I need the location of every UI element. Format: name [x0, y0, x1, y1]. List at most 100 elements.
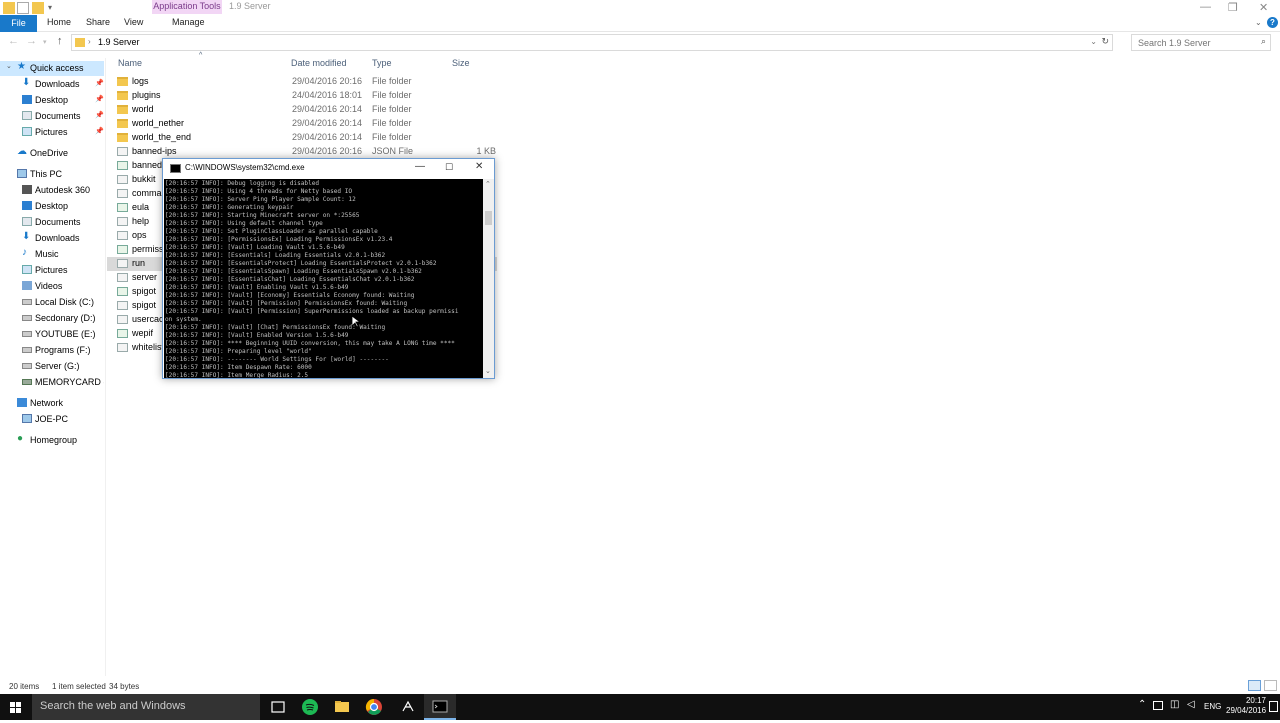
- sidebar-item-programs-f[interactable]: Programs (F:): [0, 343, 104, 358]
- pin-icon[interactable]: 📌: [95, 127, 104, 135]
- forward-button[interactable]: →: [26, 35, 37, 47]
- notifications-icon[interactable]: [1269, 701, 1278, 712]
- console-output[interactable]: [20:16:57 INFO]: Debug logging is disabl…: [164, 179, 483, 378]
- details-view-button[interactable]: [1248, 680, 1261, 691]
- console-scrollbar[interactable]: ⌃ ⌄: [483, 179, 494, 378]
- file-row[interactable]: world_nether 29/04/2016 20:14 File folder: [107, 117, 497, 131]
- task-view-button[interactable]: [262, 694, 294, 720]
- chrome-icon[interactable]: [358, 694, 390, 720]
- minimize-button[interactable]: —: [1200, 1, 1211, 13]
- chevron-down-icon[interactable]: ⌄: [6, 62, 12, 70]
- file-row[interactable]: world 29/04/2016 20:14 File folder: [107, 103, 497, 117]
- clock[interactable]: 20:17 29/04/2016: [1226, 696, 1266, 716]
- sidebar-item-pictures[interactable]: Pictures: [0, 263, 104, 278]
- cmd-window[interactable]: C:\WINDOWS\system32\cmd.exe — ☐ ✕ [20:16…: [162, 158, 495, 379]
- chevron-right-icon[interactable]: ›: [88, 37, 91, 46]
- maximize-button[interactable]: ❐: [1228, 1, 1238, 14]
- file-row[interactable]: banned-ips 29/04/2016 20:16 JSON File 1 KB: [107, 145, 497, 159]
- sidebar-item-downloads[interactable]: ⬇ Downloads 📌: [0, 77, 104, 92]
- pin-icon[interactable]: 📌: [95, 79, 104, 87]
- chevron-up-icon[interactable]: ⌃: [485, 180, 491, 188]
- chevron-down-icon[interactable]: ▾: [48, 3, 60, 15]
- new-folder-icon[interactable]: [32, 2, 44, 14]
- search-input[interactable]: [1138, 38, 1248, 48]
- sidebar-item-secdonary-d[interactable]: Secdonary (D:): [0, 311, 104, 326]
- sidebar-item-homegroup[interactable]: ● Homegroup: [0, 433, 104, 448]
- sidebar-item-music[interactable]: ♪ Music: [0, 247, 104, 262]
- chevron-down-icon[interactable]: ⌄: [485, 367, 491, 375]
- file-row[interactable]: world_the_end 29/04/2016 20:14 File folder: [107, 131, 497, 145]
- spotify-icon[interactable]: [294, 694, 326, 720]
- sidebar-item-desktop[interactable]: Desktop 📌: [0, 93, 104, 108]
- sidebar-item-joe-pc[interactable]: JOE-PC: [0, 412, 104, 427]
- cmd-title-bar[interactable]: C:\WINDOWS\system32\cmd.exe — ☐ ✕: [163, 159, 494, 178]
- clock-time: 20:17: [1245, 696, 1266, 705]
- folder-icon: [117, 77, 128, 86]
- search-icon[interactable]: ⌕: [1261, 36, 1266, 47]
- language-indicator[interactable]: ENG: [1204, 702, 1221, 711]
- tab-home[interactable]: Home: [47, 17, 71, 27]
- refresh-icon[interactable]: ↻: [1101, 36, 1109, 47]
- cmd-maximize-button[interactable]: ☐: [445, 162, 453, 173]
- sidebar-item-videos[interactable]: Videos: [0, 279, 104, 294]
- chevron-down-icon[interactable]: ⌄: [1090, 37, 1097, 46]
- tray-chevron-icon[interactable]: ⌃: [1138, 699, 1146, 710]
- search-box[interactable]: ⌕: [1131, 34, 1271, 51]
- column-name[interactable]: Name: [118, 58, 142, 68]
- sidebar-item-memorycard[interactable]: MEMORYCARD (\\E: [0, 375, 104, 390]
- column-date-modified[interactable]: Date modified: [291, 58, 347, 68]
- file-explorer-icon[interactable]: [326, 694, 358, 720]
- sidebar-item-autodesk-360[interactable]: Autodesk 360: [0, 183, 104, 198]
- sidebar-item-onedrive[interactable]: ☁ OneDrive: [0, 146, 104, 161]
- chevron-down-icon[interactable]: ⌄: [1255, 18, 1262, 27]
- pin-icon[interactable]: 📌: [95, 111, 104, 119]
- recent-locations-button[interactable]: ▾: [43, 38, 47, 46]
- address-bar[interactable]: › 1.9 Server › ⌄ ↻: [71, 34, 1113, 51]
- large-icons-view-button[interactable]: [1264, 680, 1277, 691]
- cmd-minimize-button[interactable]: —: [415, 161, 425, 172]
- sidebar-item-documents[interactable]: Documents 📌: [0, 109, 104, 124]
- tab-manage[interactable]: Manage: [172, 17, 205, 27]
- documents-icon: [22, 111, 32, 120]
- tab-view[interactable]: View: [124, 17, 143, 27]
- network-icon[interactable]: ◫: [1170, 699, 1179, 710]
- chevron-right-icon[interactable]: ›: [126, 37, 129, 46]
- sidebar-item-downloads[interactable]: ⬇ Downloads: [0, 231, 104, 246]
- column-type[interactable]: Type: [372, 58, 392, 68]
- folder-icon: [75, 38, 85, 47]
- file-row[interactable]: logs 29/04/2016 20:16 File folder: [107, 75, 497, 89]
- up-button[interactable]: ↑: [57, 35, 63, 47]
- pin-icon[interactable]: 📌: [95, 95, 104, 103]
- properties-icon[interactable]: [17, 2, 29, 14]
- sidebar-item-this-pc[interactable]: This PC: [0, 167, 104, 182]
- windows-logo-icon: [10, 702, 21, 713]
- back-button[interactable]: ←: [8, 35, 19, 47]
- sidebar-item-network[interactable]: Network: [0, 396, 104, 411]
- cmd-taskbar-icon[interactable]: [424, 694, 456, 720]
- close-button[interactable]: ✕: [1259, 1, 1268, 14]
- file-row[interactable]: plugins 24/04/2016 18:01 File folder: [107, 89, 497, 103]
- sidebar-item-server-g[interactable]: Server (G:): [0, 359, 104, 374]
- sidebar-item-pictures[interactable]: Pictures 📌: [0, 125, 104, 140]
- breadcrumb[interactable]: 1.9 Server: [98, 37, 140, 47]
- sidebar-item-youtube-e[interactable]: YOUTUBE (E:): [0, 327, 104, 342]
- tab-file[interactable]: File: [0, 15, 37, 32]
- app-switcher-icon[interactable]: [392, 694, 424, 720]
- start-button[interactable]: [0, 694, 32, 720]
- tab-share[interactable]: Share: [86, 17, 110, 27]
- sidebar-item-local-disk-c[interactable]: Local Disk (C:): [0, 295, 104, 310]
- cmd-close-button[interactable]: ✕: [475, 161, 483, 172]
- videos-icon: [22, 281, 32, 290]
- file-icon: [117, 259, 128, 268]
- console-line: [20:16:57 INFO]: [PermissionsEx] Loading…: [165, 236, 393, 243]
- help-icon[interactable]: ?: [1267, 17, 1278, 28]
- sidebar-item-documents[interactable]: Documents: [0, 215, 104, 230]
- sidebar-item-desktop[interactable]: Desktop: [0, 199, 104, 214]
- sidebar-item-quick-access[interactable]: ⌄ ★ Quick access: [0, 61, 104, 76]
- battery-icon[interactable]: [1153, 701, 1163, 710]
- scrollbar-thumb[interactable]: [485, 211, 492, 225]
- taskbar-search-box[interactable]: Search the web and Windows: [32, 694, 260, 720]
- pictures-icon: [22, 265, 32, 274]
- volume-icon[interactable]: ◁: [1187, 699, 1195, 710]
- column-size[interactable]: Size: [452, 58, 470, 68]
